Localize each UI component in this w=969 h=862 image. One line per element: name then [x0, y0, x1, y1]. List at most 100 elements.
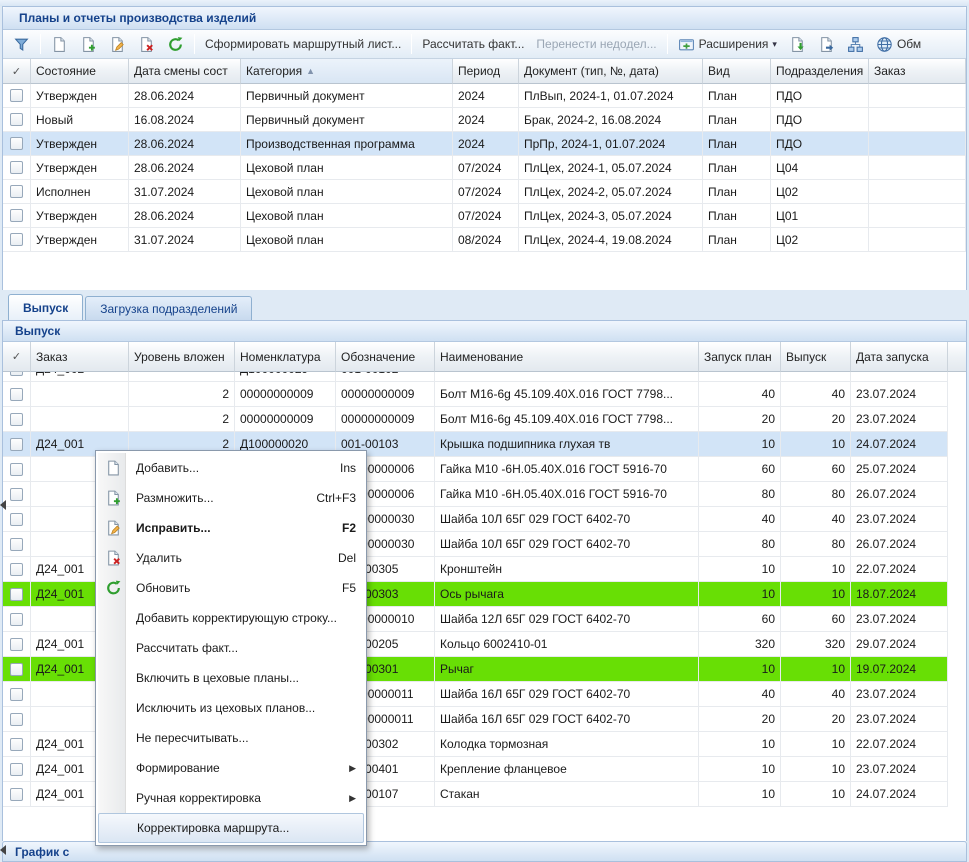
row-checkbox[interactable]: [10, 713, 23, 726]
row-checkbox[interactable]: [10, 413, 23, 426]
export-doc-button[interactable]: [813, 34, 840, 55]
row-checkbox[interactable]: [10, 233, 23, 246]
menu-add[interactable]: Добавить...Ins: [98, 453, 364, 483]
row-checkbox[interactable]: [10, 372, 23, 376]
column-header-dept[interactable]: Подразделения: [771, 59, 869, 84]
tab-vypusk[interactable]: Выпуск: [8, 294, 83, 320]
row-checkbox[interactable]: [10, 763, 23, 776]
extensions-button[interactable]: Расширения▾: [673, 34, 782, 55]
cell-doc: Брак, 2024-2, 16.08.2024: [519, 108, 703, 132]
column-header-date[interactable]: Дата запуска: [851, 342, 948, 372]
column-header-order[interactable]: Заказ: [31, 342, 129, 372]
cell-state: Утвержден: [31, 156, 129, 180]
edit-button[interactable]: [104, 34, 131, 55]
column-header-name[interactable]: Наименование: [435, 342, 699, 372]
row-checkbox[interactable]: [10, 563, 23, 576]
column-header-state[interactable]: Состояние: [31, 59, 129, 84]
generate-route-sheet-button[interactable]: Сформировать маршрутный лист...: [200, 35, 406, 53]
row-checkbox[interactable]: [10, 638, 23, 651]
column-header-order[interactable]: Заказ: [869, 59, 966, 84]
menu-manual-correction[interactable]: Ручная корректировка▶: [98, 783, 364, 813]
cell-check: [3, 156, 31, 180]
cell-category: Цеховой план: [241, 228, 453, 252]
exchange-button[interactable]: Обм: [871, 34, 926, 55]
menu-edit[interactable]: Исправить...F2: [98, 513, 364, 543]
table-row[interactable]: Д24_002Д100000029001-00102: [3, 372, 966, 382]
row-checkbox[interactable]: [10, 438, 23, 451]
row-checkbox[interactable]: [10, 788, 23, 801]
row-checkbox[interactable]: [10, 388, 23, 401]
row-checkbox[interactable]: [10, 488, 23, 501]
table-row[interactable]: Новый16.08.2024Первичный документ2024Бра…: [3, 108, 966, 132]
table-row[interactable]: Утвержден28.06.2024Производственная прог…: [3, 132, 966, 156]
row-checkbox[interactable]: [10, 185, 23, 198]
row-checkbox[interactable]: [10, 209, 23, 222]
row-checkbox[interactable]: [10, 513, 23, 526]
table-row[interactable]: Утвержден31.07.2024Цеховой план08/2024Пл…: [3, 228, 966, 252]
table-row[interactable]: Утвержден28.06.2024Первичный документ202…: [3, 84, 966, 108]
import-doc-button[interactable]: [784, 34, 811, 55]
column-header-desig[interactable]: Обозначение: [336, 342, 435, 372]
cell-state: Утвержден: [31, 228, 129, 252]
filter-button[interactable]: [8, 34, 35, 55]
tab-zagruzka-podrazdelenij[interactable]: Загрузка подразделений: [85, 296, 252, 320]
column-header-check[interactable]: ✓: [3, 59, 31, 84]
row-checkbox[interactable]: [10, 113, 23, 126]
menu-formation[interactable]: Формирование▶: [98, 753, 364, 783]
table-row[interactable]: 20000000000900000000009Болт М16-6g 45.10…: [3, 382, 966, 407]
menu-add-correction-line[interactable]: Добавить корректирующую строку...: [98, 603, 364, 633]
add-button[interactable]: [46, 34, 73, 55]
column-header-kind[interactable]: Вид: [703, 59, 771, 84]
calc-fact-button[interactable]: Рассчитать факт...: [417, 35, 529, 53]
menu-exclude-from-shop-plans[interactable]: Исключить из цеховых планов...: [98, 693, 364, 723]
menu-delete[interactable]: УдалитьDel: [98, 543, 364, 573]
row-checkbox[interactable]: [10, 538, 23, 551]
table-row[interactable]: Исполнен31.07.2024Цеховой план07/2024ПлЦ…: [3, 180, 966, 204]
menu-route-correction[interactable]: Корректировка маршрута...: [98, 813, 364, 843]
cell-nom: Д100000029: [235, 372, 336, 382]
row-checkbox[interactable]: [10, 463, 23, 476]
row-checkbox[interactable]: [10, 137, 23, 150]
refresh-button[interactable]: [162, 34, 189, 55]
row-checkbox[interactable]: [10, 588, 23, 601]
column-header-check[interactable]: ✓: [3, 342, 31, 372]
extensions-button-label: Расширения: [699, 37, 769, 51]
column-header-period[interactable]: Период: [453, 59, 519, 84]
row-checkbox[interactable]: [10, 688, 23, 701]
cell-period: 2024: [453, 108, 519, 132]
splitter-collapse-icon[interactable]: [0, 845, 6, 855]
menu-refresh[interactable]: ОбновитьF5: [98, 573, 364, 603]
cell-plan: 10: [699, 582, 781, 607]
table-row[interactable]: 20000000000900000000009Болт М16-6g 45.10…: [3, 407, 966, 432]
row-checkbox[interactable]: [10, 613, 23, 626]
cell-name: Шайба 16Л 65Г 029 ГОСТ 6402-70: [435, 682, 699, 707]
column-header-nom[interactable]: Номенклатура: [235, 342, 336, 372]
column-header-label: Уровень вложен: [134, 350, 225, 364]
menu-include-in-shop-plans[interactable]: Включить в цеховые планы...: [98, 663, 364, 693]
row-checkbox[interactable]: [10, 738, 23, 751]
column-header-doc[interactable]: Документ (тип, №, дата): [519, 59, 703, 84]
cell-plan: 20: [699, 407, 781, 432]
cell-state: Новый: [31, 108, 129, 132]
row-checkbox[interactable]: [10, 663, 23, 676]
table-row[interactable]: Утвержден28.06.2024Цеховой план07/2024Пл…: [3, 204, 966, 228]
hierarchy-button[interactable]: [842, 34, 869, 55]
column-header-category[interactable]: Категория▲: [241, 59, 453, 84]
menu-calc-fact[interactable]: Рассчитать факт...: [98, 633, 364, 663]
cell-date: 18.07.2024: [851, 582, 948, 607]
cell-out: 20: [781, 707, 851, 732]
cell-date: [851, 372, 948, 382]
row-checkbox[interactable]: [10, 89, 23, 102]
column-header-plan[interactable]: Запуск план: [699, 342, 781, 372]
splitter-collapse-icon[interactable]: [0, 500, 6, 510]
duplicate-button[interactable]: [75, 34, 102, 55]
menu-duplicate[interactable]: Размножить...Ctrl+F3: [98, 483, 364, 513]
menu-do-not-recalculate[interactable]: Не пересчитывать...: [98, 723, 364, 753]
add-doc-icon: [51, 36, 68, 53]
column-header-date[interactable]: Дата смены сост: [129, 59, 241, 84]
column-header-out[interactable]: Выпуск: [781, 342, 851, 372]
table-row[interactable]: Утвержден28.06.2024Цеховой план07/2024Пл…: [3, 156, 966, 180]
delete-button[interactable]: [133, 34, 160, 55]
column-header-level[interactable]: Уровень вложен: [129, 342, 235, 372]
row-checkbox[interactable]: [10, 161, 23, 174]
